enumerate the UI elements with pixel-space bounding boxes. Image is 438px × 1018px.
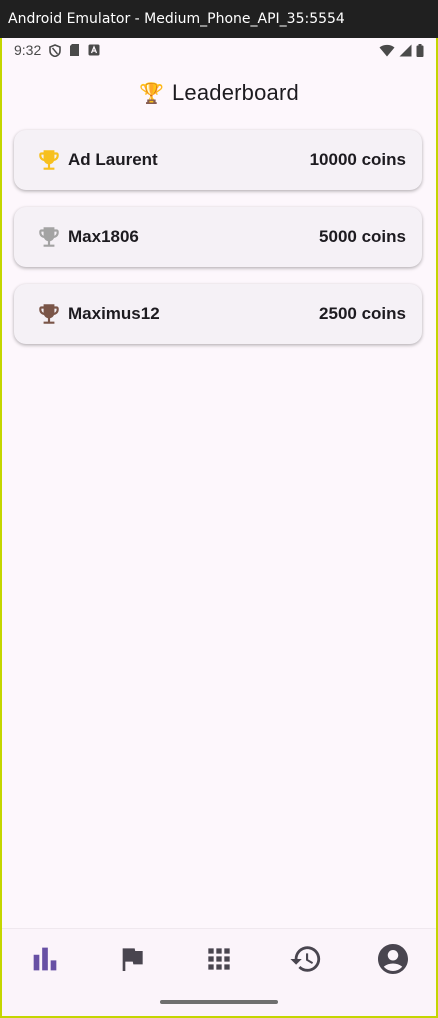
player-name: Maximus12 bbox=[68, 304, 160, 323]
page-header: 🏆 Leaderboard bbox=[2, 76, 436, 110]
leaderboard-list: Ad Laurent 10000 coins Max1806 5000 coin… bbox=[14, 130, 422, 361]
trophy-bronze-icon bbox=[36, 300, 64, 328]
nav-item-apps[interactable] bbox=[176, 929, 263, 993]
account-circle-icon bbox=[375, 941, 411, 982]
wifi-icon bbox=[379, 44, 395, 57]
window-title: Android Emulator - Medium_Phone_API_35:5… bbox=[8, 11, 345, 27]
gesture-handle[interactable] bbox=[160, 1000, 278, 1004]
apps-grid-icon bbox=[203, 943, 235, 980]
leaderboard-row[interactable]: Maximus12 2500 coins bbox=[14, 284, 422, 344]
player-name: Ad Laurent bbox=[68, 150, 158, 169]
cell-signal-icon bbox=[399, 44, 412, 57]
page-title: Leaderboard bbox=[171, 80, 299, 105]
notification-a-icon bbox=[88, 44, 100, 56]
phone-screen: 9:32 🏆 Leaderboard Ad Laurent 10000 coin… bbox=[0, 38, 438, 1018]
trophy-silver-icon bbox=[36, 223, 64, 251]
nav-item-profile[interactable] bbox=[349, 929, 436, 993]
leaderboard-row[interactable]: Ad Laurent 10000 coins bbox=[14, 130, 422, 190]
player-coins: 5000 coins bbox=[319, 227, 406, 246]
shield-icon bbox=[49, 43, 62, 57]
nav-item-history[interactable] bbox=[262, 929, 349, 993]
trophy-gold-icon bbox=[36, 146, 64, 174]
emulator-title-bar: Android Emulator - Medium_Phone_API_35:5… bbox=[0, 0, 438, 38]
bottom-navigation-bar bbox=[2, 928, 436, 1016]
battery-icon bbox=[416, 43, 424, 57]
flag-icon bbox=[116, 943, 148, 980]
history-icon bbox=[289, 942, 323, 981]
nav-item-flag[interactable] bbox=[89, 929, 176, 993]
status-time: 9:32 bbox=[14, 42, 42, 58]
leaderboard-icon bbox=[28, 942, 62, 981]
leaderboard-row[interactable]: Max1806 5000 coins bbox=[14, 207, 422, 267]
player-coins: 2500 coins bbox=[319, 304, 406, 323]
status-bar: 9:32 bbox=[2, 38, 436, 62]
trophy-emoji: 🏆 bbox=[139, 82, 164, 105]
player-name: Max1806 bbox=[68, 227, 139, 246]
player-coins: 10000 coins bbox=[309, 150, 406, 169]
sd-card-icon bbox=[69, 44, 80, 56]
nav-item-leaderboard[interactable] bbox=[2, 929, 89, 993]
